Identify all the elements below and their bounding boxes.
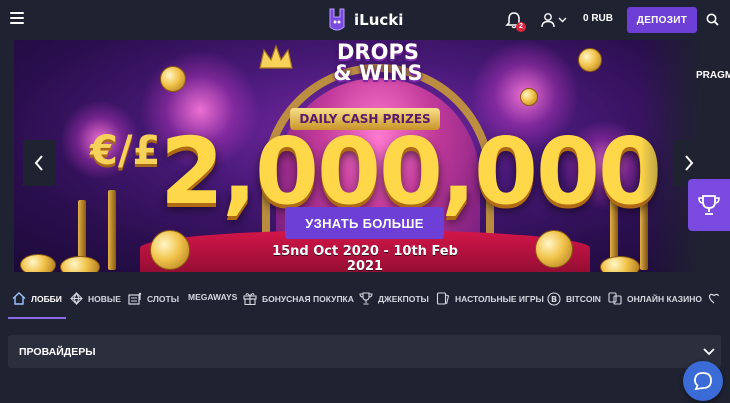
coin-decoration [20,254,56,272]
category-label: НОВЫЕ [88,293,121,304]
chevron-down-icon [558,17,567,23]
providers-label: ПРОВАЙДЕРЫ [19,346,96,358]
banner-headline: DROPS & WINS [318,42,438,84]
category-tab-table-games[interactable]: НАСТОЛЬНЫЕ ИГРЫ [436,292,544,305]
coin-decoration [60,256,100,272]
chat-bubble-icon [694,372,712,391]
promo-dates: 15nd Oct 2020 - 10th Feb 2021 [272,244,458,272]
category-tab-more[interactable] [708,292,720,305]
learn-more-button[interactable]: УЗНАТЬ БОЛЬШЕ [285,207,444,239]
site-logo[interactable]: iLucki [326,6,403,34]
category-label: НАСТОЛЬНЫЕ ИГРЫ [455,293,544,304]
tournaments-tab[interactable] [688,179,730,231]
category-label: СЛОТЫ [147,293,180,304]
home-icon [12,292,26,305]
category-tab-megaways[interactable]: MEGAWAYS [188,292,237,302]
account-balance: 0 RUB [583,13,614,24]
trophy-icon [698,195,720,215]
search-icon[interactable] [706,13,719,26]
category-label: ДЖЕКПОТЫ [378,293,429,304]
currency-symbol: €/£ [90,128,161,174]
category-tab-new[interactable]: НОВЫЕ [70,292,121,305]
coin-decoration [535,230,573,268]
coin-decoration [160,66,186,92]
bunny-logo-icon [329,8,345,31]
headline-line-2: & WINS [333,61,423,85]
chevron-down-icon [703,348,715,356]
coin-decoration [578,48,602,72]
promo-banner[interactable]: DROPS & WINS DAILY CASH PRIZES €/£ 2,000… [0,40,730,272]
category-label: БОНУСНАЯ ПОКУПКА [262,293,354,304]
category-label: BITCOIN [566,294,601,304]
category-label: MEGAWAYS [188,292,238,302]
gift-icon [243,293,257,305]
live-chat-button[interactable] [683,361,723,401]
category-tab-lobby[interactable]: ЛОББИ [12,292,62,305]
category-label: ОНЛАЙН КАЗИНО [627,293,702,304]
coin-decoration [600,256,640,272]
category-tab-bitcoin[interactable]: B BITCOIN [547,292,601,306]
diamond-icon [70,292,83,305]
bitcoin-icon: B [547,292,561,306]
category-tab-live-casino[interactable]: ОНЛАЙН КАЗИНО [608,292,702,305]
chevron-right-icon [685,155,694,171]
top-bar: iLucki 2 0 RUB ДЕПОЗИТ [0,0,730,40]
chevron-left-icon [34,155,43,171]
carousel-prev-button[interactable] [23,140,55,186]
notification-badge: 2 [516,22,526,32]
heart-icon [708,293,720,304]
cards-icon [436,292,450,305]
slot-machine-icon [128,292,142,305]
logo-text: iLucki [354,11,404,29]
category-navigation: ЛОББИ НОВЫЕ СЛОТЫ MEGAWAYS БОНУСНАЯ ПОКУ… [0,272,730,322]
category-label: ЛОББИ [31,293,62,304]
providers-dropdown[interactable]: ПРОВАЙДЕРЫ [8,335,721,368]
trophy-icon [359,292,373,305]
category-tab-jackpots[interactable]: ДЖЕКПОТЫ [359,292,429,305]
category-tab-slots[interactable]: СЛОТЫ [128,292,179,305]
live-casino-icon [608,292,622,305]
rope-post [108,190,116,270]
next-slide-label: PRAGM [696,70,730,81]
coin-decoration [150,230,190,270]
coin-decoration [520,88,538,106]
active-tab-indicator [8,317,66,319]
prev-slide-peek [0,40,14,272]
user-menu[interactable] [540,11,568,29]
headline-line-1: DROPS [337,40,419,64]
hamburger-menu-icon[interactable] [10,12,24,24]
user-icon [541,13,555,28]
category-tab-bonus-buy[interactable]: БОНУСНАЯ ПОКУПКА [243,292,354,305]
svg-text:B: B [551,295,557,304]
crown-icon [259,44,293,69]
deposit-button[interactable]: ДЕПОЗИТ [627,7,697,33]
